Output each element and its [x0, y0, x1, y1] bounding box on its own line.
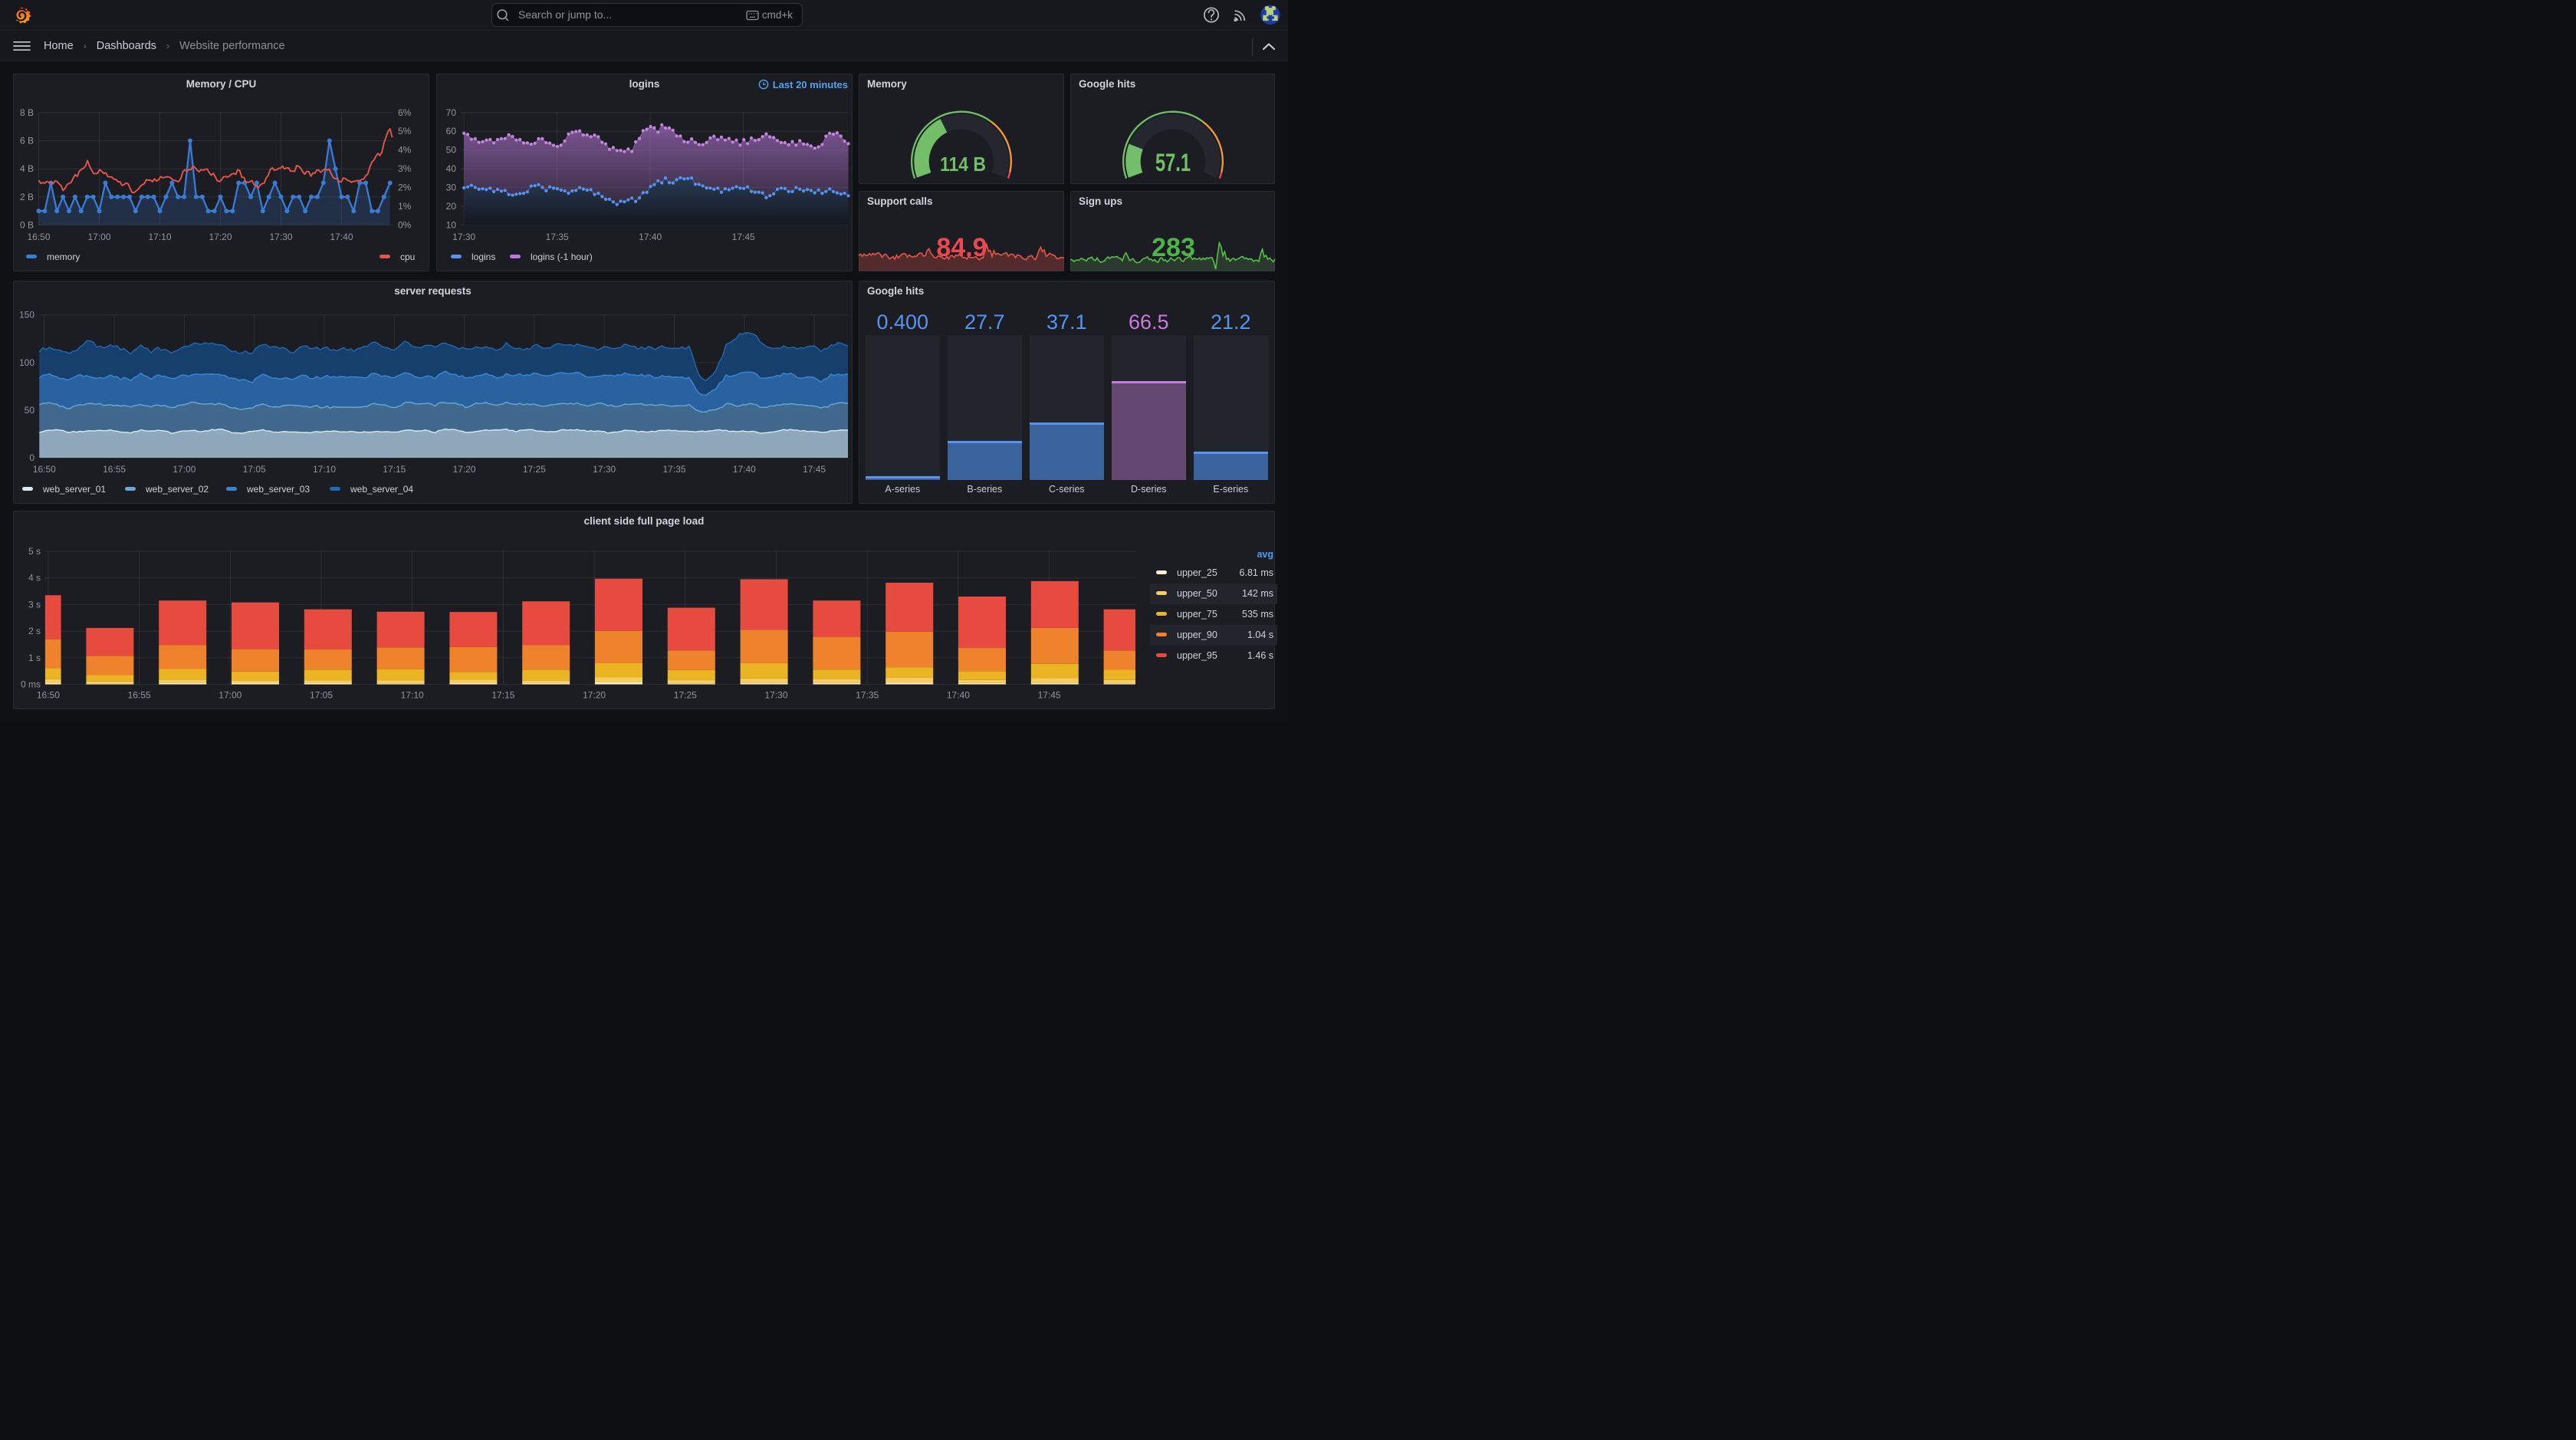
svg-text:17:20: 17:20 [209, 232, 232, 242]
svg-text:17:45: 17:45 [803, 464, 826, 475]
svg-text:150: 150 [19, 310, 34, 321]
svg-text:17:30: 17:30 [269, 232, 292, 242]
svg-text:16:55: 16:55 [128, 690, 151, 701]
svg-text:17:15: 17:15 [383, 464, 406, 475]
svg-text:16:50: 16:50 [33, 464, 56, 475]
svg-text:0 B: 0 B [20, 220, 34, 231]
svg-text:17:35: 17:35 [546, 232, 569, 242]
svg-text:3 s: 3 s [28, 599, 41, 610]
svg-text:17:25: 17:25 [674, 690, 697, 701]
svg-text:70: 70 [446, 107, 457, 118]
svg-text:17:05: 17:05 [310, 690, 333, 701]
svg-text:16:50: 16:50 [27, 232, 50, 242]
svg-text:2 s: 2 s [28, 626, 41, 636]
svg-text:0: 0 [29, 452, 34, 463]
svg-text:0 ms: 0 ms [21, 679, 41, 690]
svg-text:10: 10 [446, 220, 457, 231]
svg-text:17:00: 17:00 [172, 464, 196, 475]
svg-text:17:40: 17:40 [733, 464, 756, 475]
svg-text:4%: 4% [398, 145, 412, 156]
svg-text:17:25: 17:25 [523, 464, 546, 475]
svg-text:30: 30 [446, 182, 457, 193]
svg-text:3%: 3% [398, 163, 412, 174]
svg-text:17:35: 17:35 [856, 690, 879, 701]
svg-text:60: 60 [446, 126, 457, 136]
svg-text:17:20: 17:20 [583, 690, 606, 701]
svg-text:17:40: 17:40 [330, 232, 353, 242]
svg-text:17:20: 17:20 [453, 464, 476, 475]
svg-text:100: 100 [19, 357, 34, 368]
svg-text:6 B: 6 B [20, 136, 34, 146]
svg-text:2%: 2% [398, 182, 412, 193]
svg-text:17:40: 17:40 [639, 232, 662, 242]
svg-text:2 B: 2 B [20, 192, 34, 202]
svg-text:17:00: 17:00 [219, 690, 242, 701]
svg-text:1%: 1% [398, 201, 412, 212]
svg-text:8 B: 8 B [20, 107, 34, 118]
svg-text:114 B: 114 B [940, 153, 986, 176]
svg-text:4 s: 4 s [28, 573, 41, 584]
svg-text:40: 40 [446, 163, 457, 174]
svg-text:17:45: 17:45 [1038, 690, 1061, 701]
svg-text:5%: 5% [398, 126, 412, 136]
svg-text:17:30: 17:30 [593, 464, 616, 475]
svg-text:17:30: 17:30 [452, 232, 475, 242]
svg-text:17:10: 17:10 [313, 464, 336, 475]
svg-text:17:05: 17:05 [243, 464, 266, 475]
svg-text:17:15: 17:15 [491, 690, 514, 701]
svg-text:1 s: 1 s [28, 653, 41, 663]
svg-text:16:55: 16:55 [103, 464, 126, 475]
svg-text:50: 50 [446, 145, 457, 156]
svg-text:17:00: 17:00 [87, 232, 110, 242]
svg-text:20: 20 [446, 201, 457, 212]
svg-text:17:35: 17:35 [662, 464, 685, 475]
svg-text:57.1: 57.1 [1155, 149, 1191, 176]
svg-text:4 B: 4 B [20, 163, 34, 174]
svg-text:17:45: 17:45 [732, 232, 755, 242]
svg-text:6%: 6% [398, 107, 412, 118]
svg-text:50: 50 [25, 405, 35, 416]
svg-text:0%: 0% [398, 220, 412, 231]
svg-text:5 s: 5 s [28, 546, 41, 557]
svg-text:17:10: 17:10 [401, 690, 424, 701]
svg-text:17:40: 17:40 [947, 690, 970, 701]
svg-text:17:30: 17:30 [764, 690, 787, 701]
svg-text:17:10: 17:10 [148, 232, 171, 242]
svg-text:16:50: 16:50 [37, 690, 60, 701]
